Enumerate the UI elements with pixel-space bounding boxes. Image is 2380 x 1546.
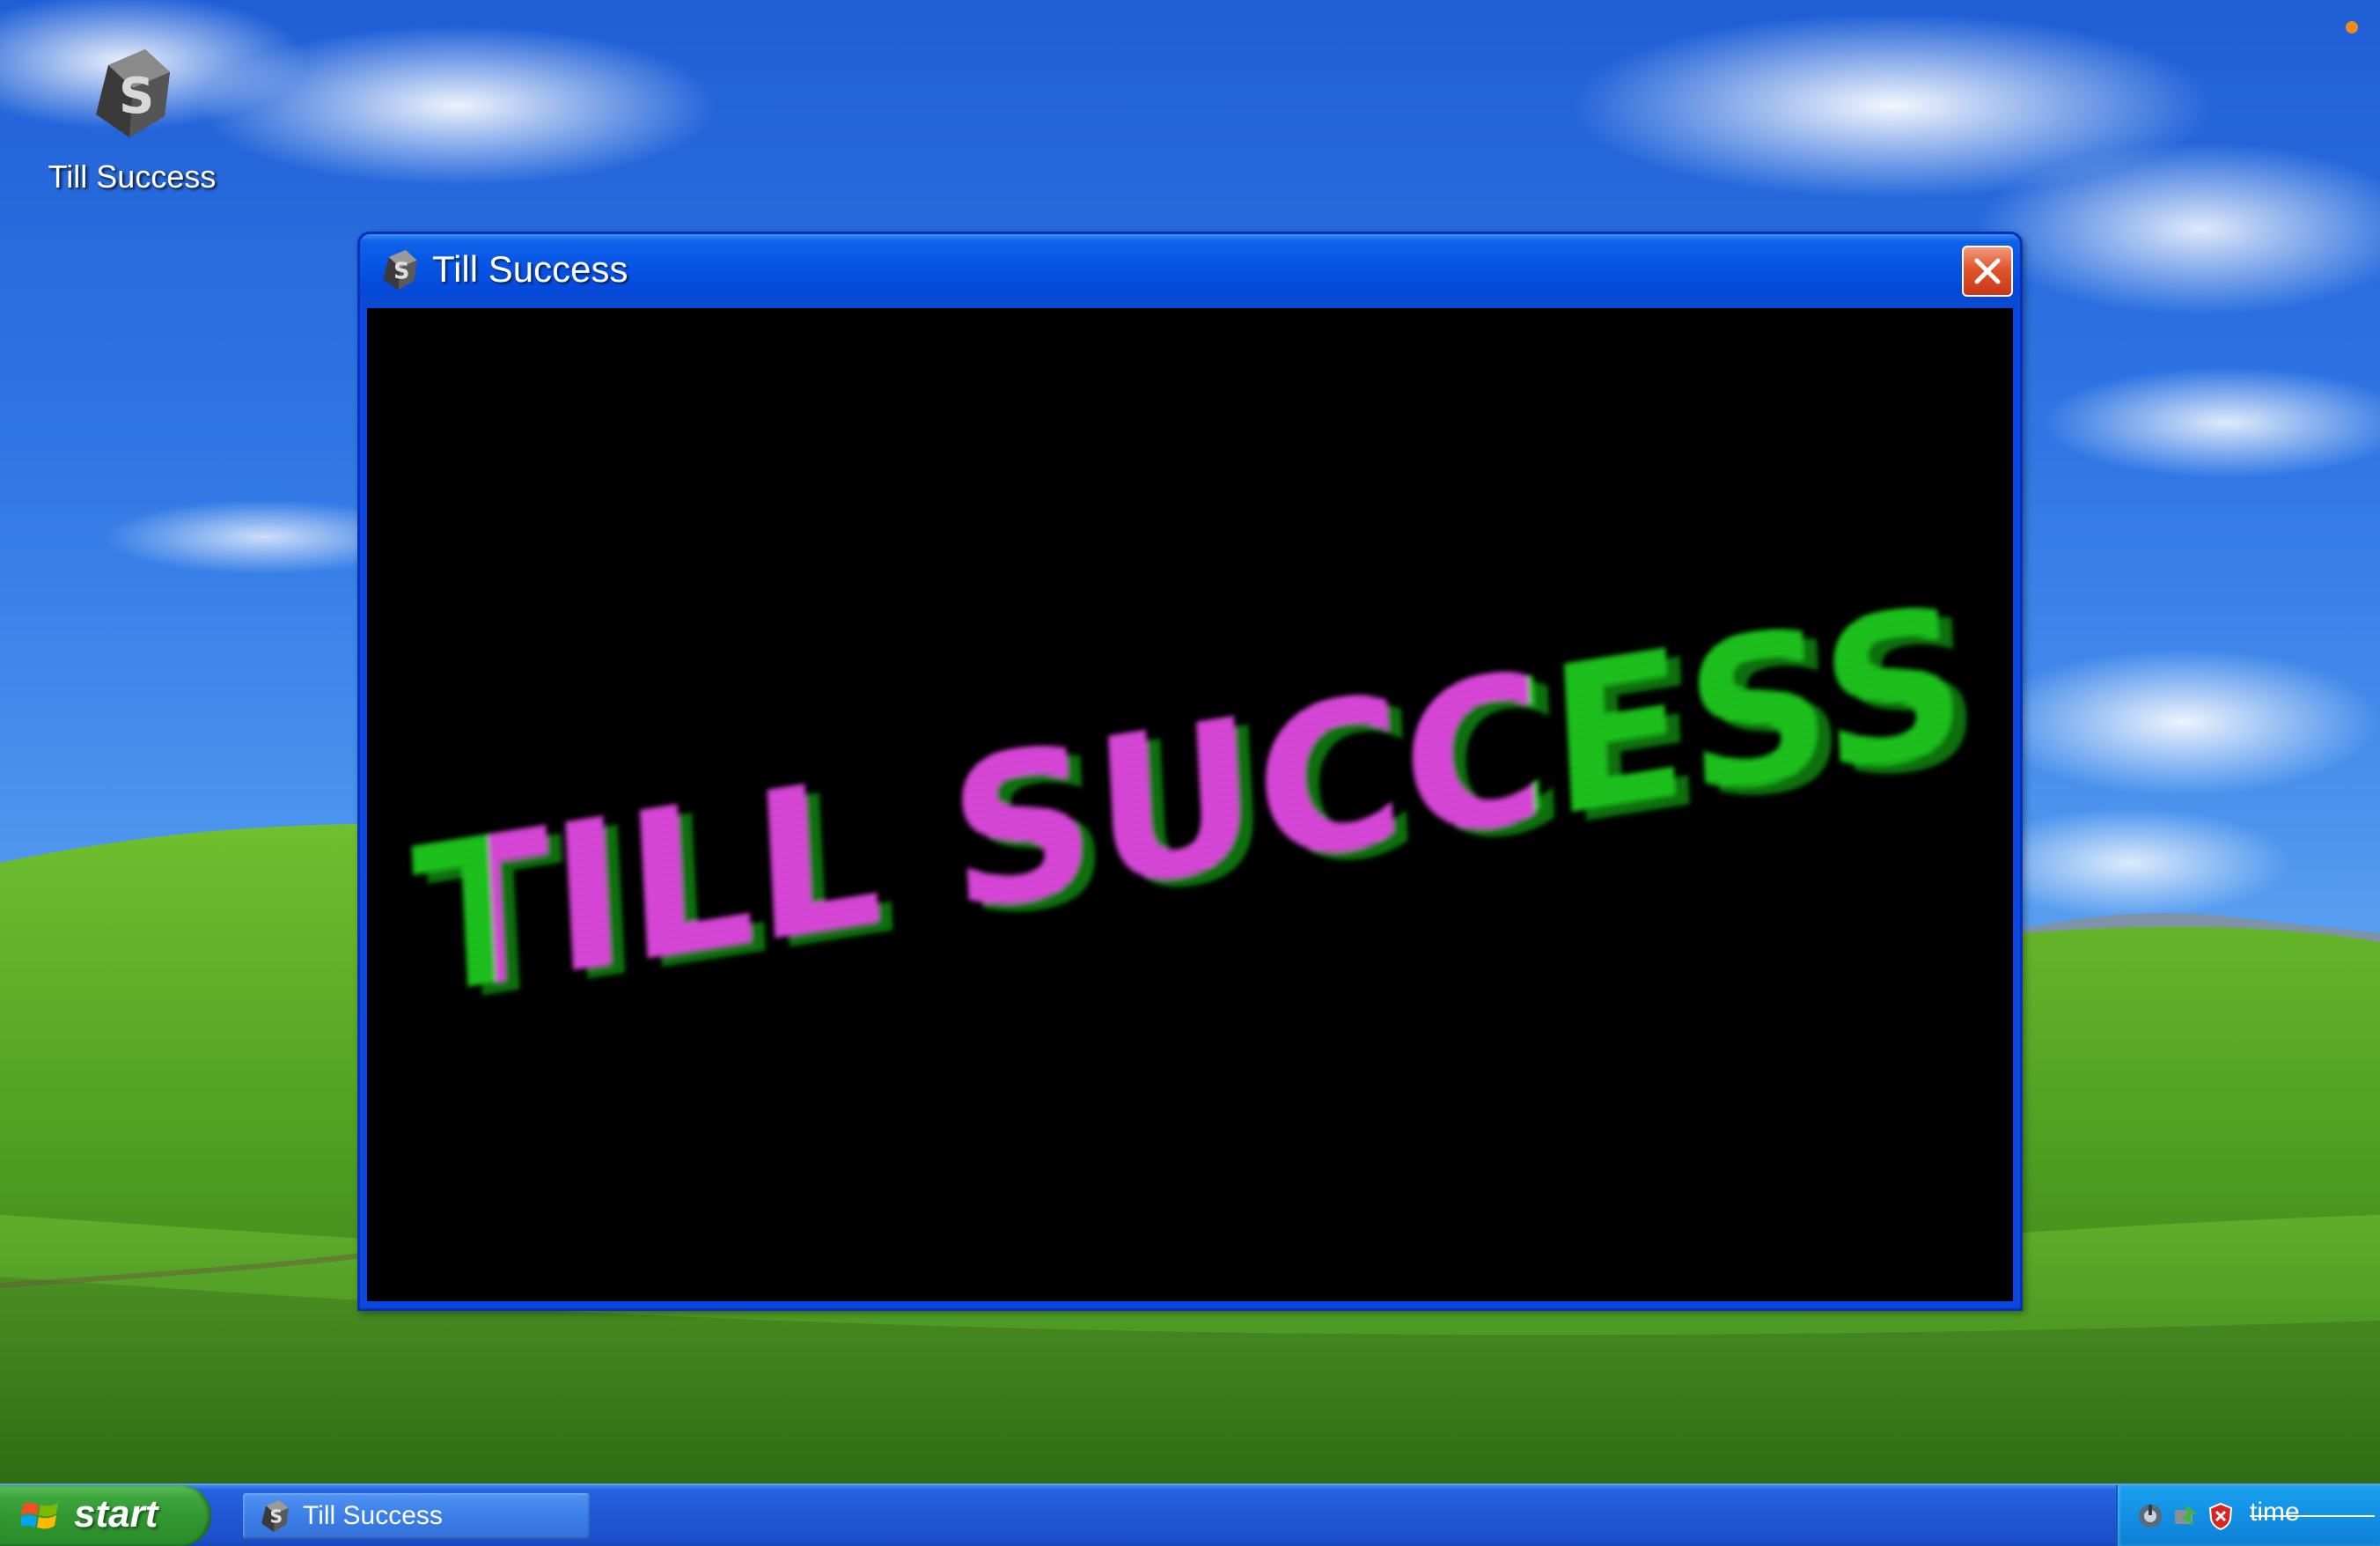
app-window: S Till Success TILL SUCCESS TILL SUCCESS…: [357, 232, 2023, 1311]
clock-strikethrough: [2250, 1515, 2375, 1517]
desktop: S Till Success S Till Success TILL SUCCE…: [0, 0, 2380, 1483]
window-title: Till Success: [432, 248, 628, 290]
svg-text:S: S: [393, 259, 409, 285]
start-button[interactable]: start: [0, 1485, 211, 1546]
windows-flag-icon: [21, 1502, 58, 1529]
title-bar[interactable]: S Till Success: [360, 234, 2020, 306]
desktop-icon-till-success[interactable]: S Till Success: [35, 46, 229, 195]
desktop-icon-label: Till Success: [48, 158, 217, 195]
taskbar-item-till-success[interactable]: S Till Success: [243, 1493, 590, 1539]
close-icon: [1974, 258, 2001, 284]
notification-dot: [2346, 21, 2358, 33]
title-logo: TILL SUCCESS TILL SUCCESS TILL SUCCESS: [408, 562, 1986, 1052]
start-label: start: [74, 1492, 158, 1535]
close-button[interactable]: [1962, 246, 2013, 297]
till-success-app-icon: S: [257, 1498, 292, 1534]
safely-remove-hardware-icon[interactable]: [2171, 1501, 2200, 1531]
till-success-app-icon: S: [378, 248, 422, 292]
taskbar: start S Till Success time: [0, 1483, 2380, 1546]
till-success-app-icon: S: [84, 46, 180, 143]
system-tray: time: [2116, 1485, 2380, 1546]
taskbar-item-label: Till Success: [303, 1501, 443, 1530]
network-icon[interactable]: [2135, 1501, 2165, 1531]
security-shield-icon[interactable]: [2206, 1501, 2236, 1531]
window-content: TILL SUCCESS TILL SUCCESS TILL SUCCESS: [367, 308, 2013, 1301]
logo-text-scanlines: TILL SUCCESS: [408, 562, 1972, 1043]
svg-text:S: S: [119, 68, 154, 125]
clock[interactable]: time: [2250, 1498, 2300, 1528]
svg-text:S: S: [270, 1506, 283, 1528]
